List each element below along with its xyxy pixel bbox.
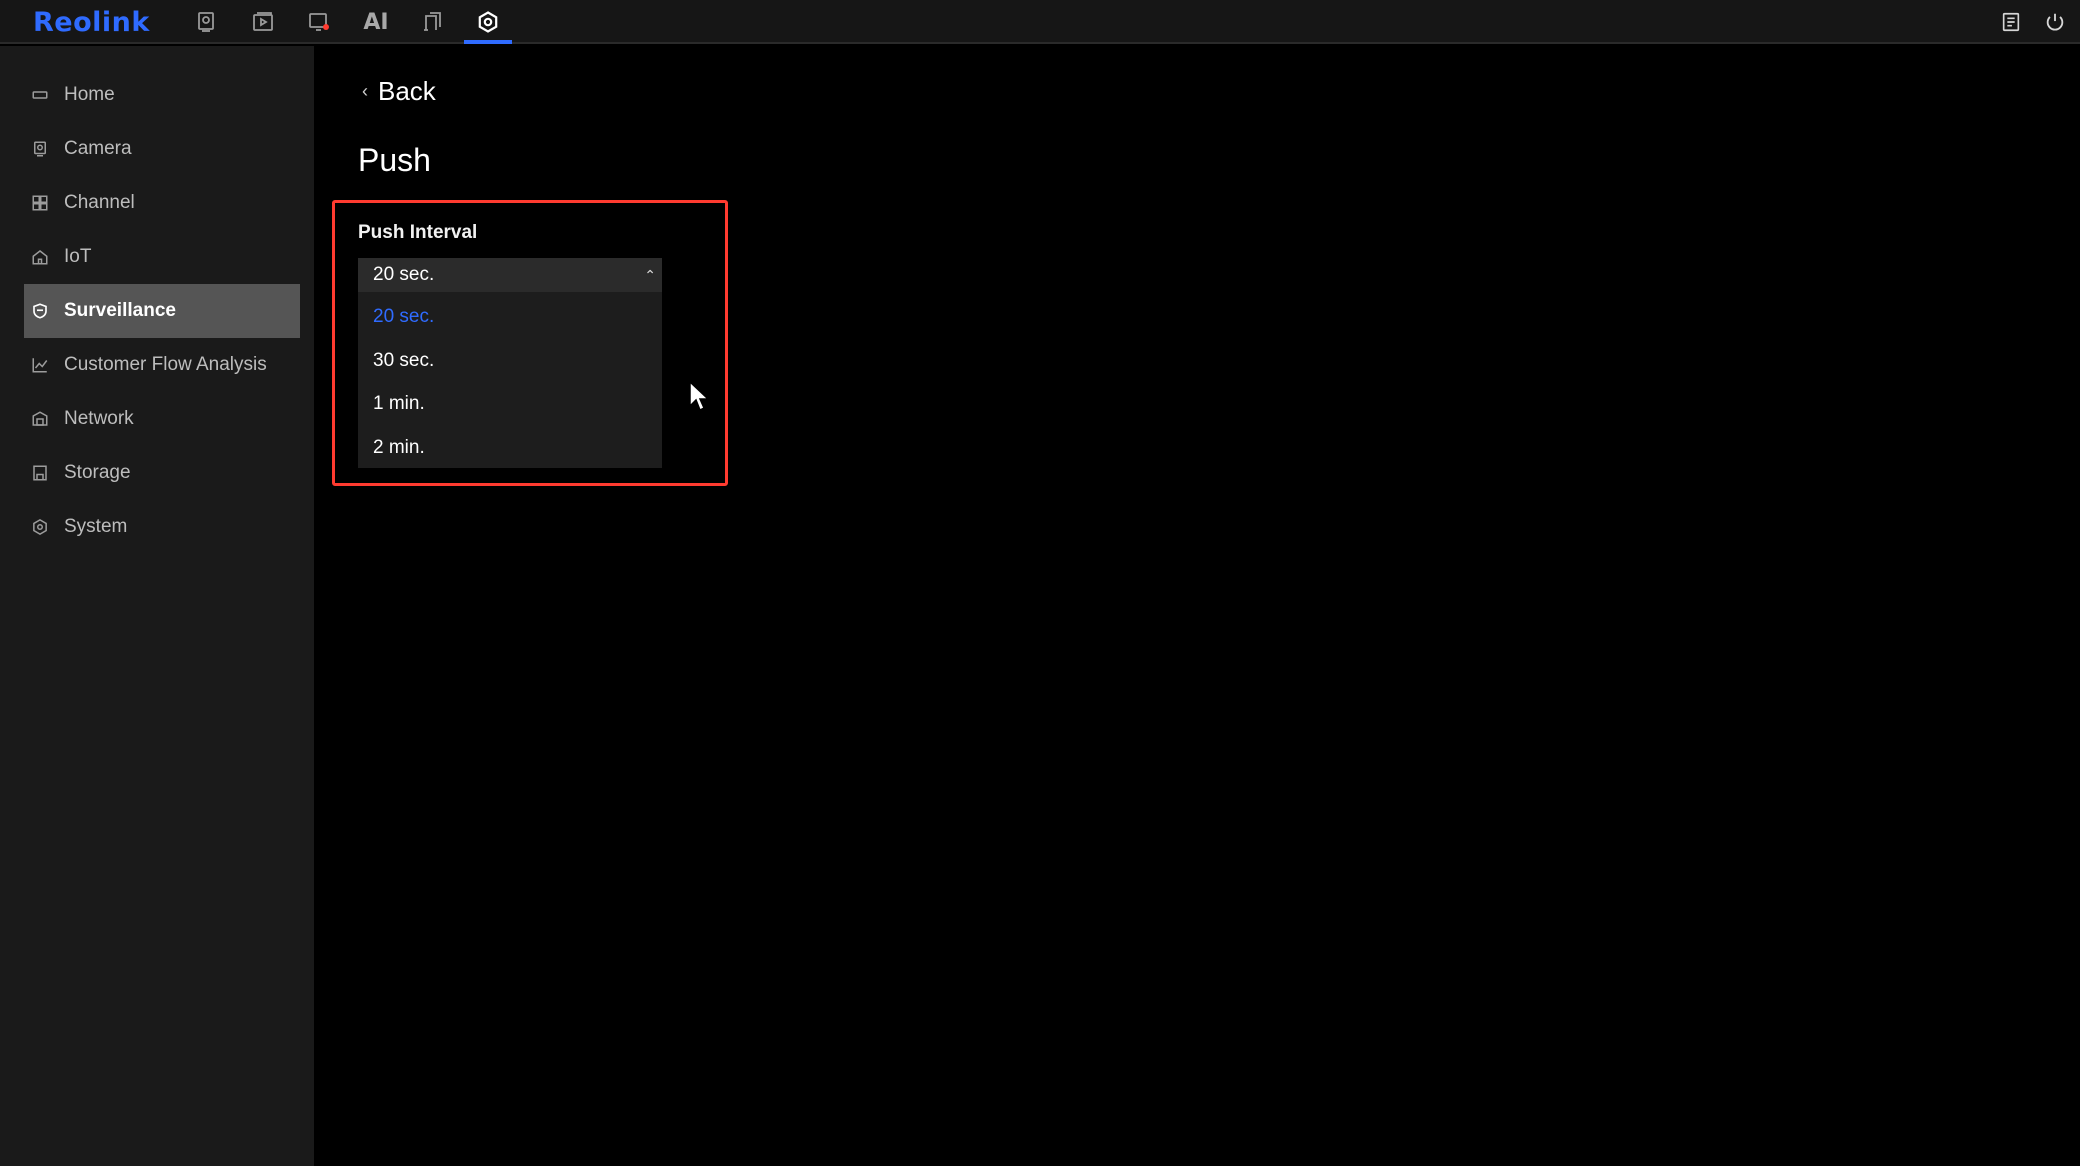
page-title: Push — [358, 142, 431, 178]
power-icon[interactable] — [2040, 7, 2070, 37]
storage-icon — [30, 463, 50, 483]
sidebar-item-customer-flow-analysis[interactable]: Customer Flow Analysis — [24, 338, 300, 392]
sidebar-item-home[interactable]: Home — [24, 68, 300, 122]
alarm-icon[interactable] — [301, 6, 337, 38]
camera-icon — [30, 139, 50, 159]
chevron-left-icon: ‹ — [362, 81, 368, 101]
main-content: ‹ Back Push Push Interval 20 sec. ⌃ 20 s… — [314, 46, 2080, 1166]
back-button[interactable]: ‹ Back — [362, 76, 436, 107]
push-interval-select[interactable]: 20 sec. ⌃ — [358, 258, 662, 292]
sidebar-item-storage[interactable]: Storage — [24, 446, 300, 500]
option-30-sec[interactable]: 30 sec. — [373, 350, 434, 372]
home-icon — [30, 85, 50, 105]
mouse-cursor-icon — [689, 380, 710, 412]
sidebar-item-network[interactable]: Network — [24, 392, 300, 446]
push-interval-selected-value: 20 sec. — [373, 264, 435, 285]
back-label: Back — [378, 76, 436, 106]
network-icon — [30, 409, 50, 429]
shield-icon — [30, 301, 50, 321]
live-view-icon[interactable] — [188, 6, 224, 38]
files-icon[interactable] — [414, 6, 450, 38]
sidebar-item-surveillance[interactable]: Surveillance — [24, 284, 300, 338]
sidebar-item-camera[interactable]: Camera — [24, 122, 300, 176]
sidebar-item-label: Network — [64, 408, 134, 429]
push-interval-label: Push Interval — [358, 222, 478, 243]
sidebar-item-label: Customer Flow Analysis — [64, 354, 267, 375]
sidebar-item-label: Storage — [64, 462, 131, 483]
active-tab-indicator — [464, 40, 512, 44]
sidebar-item-label: Surveillance — [64, 300, 176, 321]
notes-icon[interactable] — [1996, 7, 2026, 37]
sidebar-item-iot[interactable]: IoT — [24, 230, 300, 284]
sidebar-item-label: Camera — [64, 138, 132, 159]
playback-icon[interactable] — [245, 6, 281, 38]
sidebar-item-label: IoT — [64, 246, 92, 267]
sidebar-item-label: System — [64, 516, 128, 537]
sidebar-item-system[interactable]: System — [24, 500, 300, 554]
ai-tab[interactable]: AI — [358, 6, 394, 38]
push-interval-dropdown: 20 sec. 30 sec. 1 min. 2 min. — [358, 292, 662, 468]
house-icon — [30, 247, 50, 267]
top-bar: Reolink AI — [0, 0, 2080, 44]
chevron-up-icon: ⌃ — [644, 266, 656, 283]
sidebar-item-label: Home — [64, 84, 115, 105]
option-20-sec[interactable]: 20 sec. — [373, 306, 434, 328]
sidebar-item-channel[interactable]: Channel — [24, 176, 300, 230]
sidebar-item-label: Channel — [64, 192, 135, 213]
chart-icon — [30, 355, 50, 375]
settings-icon[interactable] — [470, 6, 506, 38]
grid-icon — [30, 193, 50, 213]
option-1-min[interactable]: 1 min. — [373, 393, 425, 415]
sidebar: Home Camera Channel IoT Surveillance Cus… — [0, 46, 314, 1166]
gear-icon — [30, 517, 50, 537]
option-2-min[interactable]: 2 min. — [373, 437, 425, 459]
reolink-logo: Reolink — [33, 7, 150, 38]
